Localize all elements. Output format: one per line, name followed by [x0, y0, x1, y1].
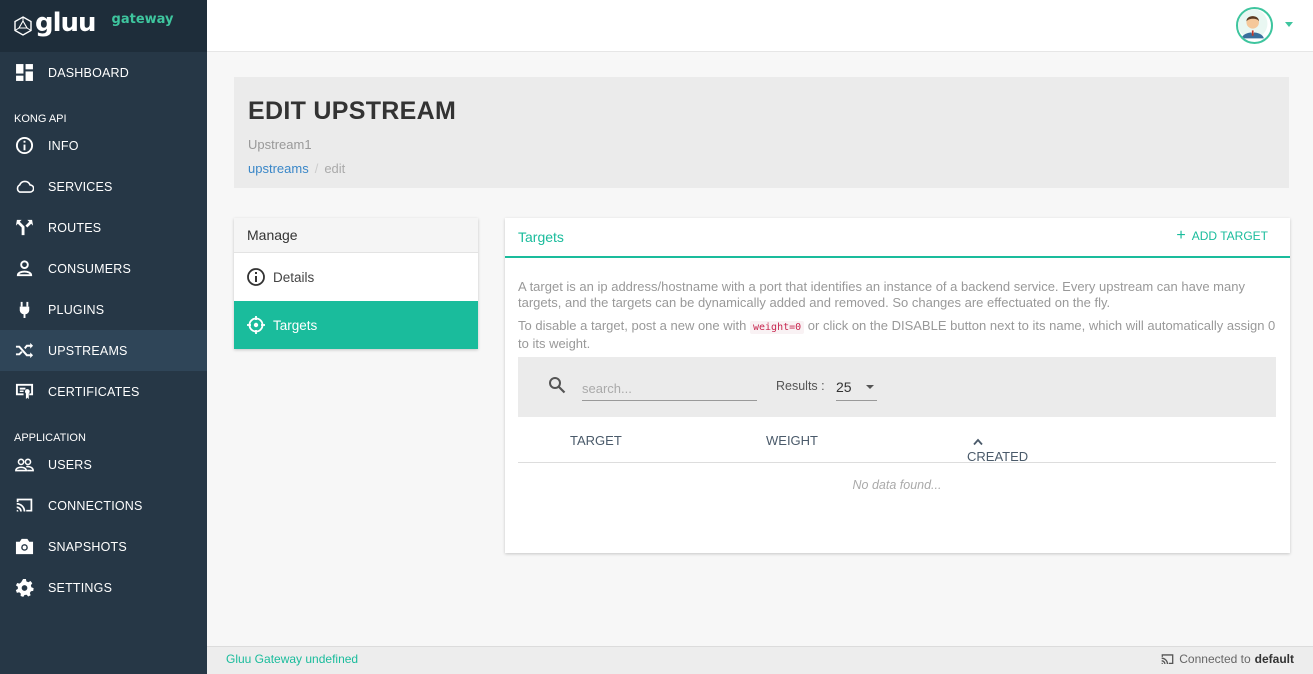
- sidebar-item-plugins[interactable]: PLUGINS: [0, 289, 207, 330]
- column-weight[interactable]: WEIGHT: [766, 433, 818, 448]
- page-subtitle: Upstream1: [248, 137, 312, 152]
- manage-item-label: Targets: [273, 317, 318, 333]
- sidebar-item-label: ROUTES: [48, 220, 102, 235]
- column-created-label: CREATED: [967, 449, 1029, 464]
- cast-icon: [15, 496, 34, 515]
- person-icon: [15, 259, 34, 278]
- logo-icon: [14, 16, 32, 36]
- crosshair-icon: [247, 316, 265, 334]
- user-avatar[interactable]: [1236, 7, 1273, 44]
- search-input[interactable]: [582, 376, 757, 401]
- hint-code: weight=0: [749, 321, 805, 334]
- sidebar-item-label: SNAPSHOTS: [48, 539, 127, 554]
- section-application: APPLICATION: [14, 432, 86, 444]
- sidebar-item-settings[interactable]: SETTINGS: [0, 567, 207, 608]
- results-value: 25: [836, 379, 852, 395]
- sidebar-item-label: INFO: [48, 138, 79, 153]
- cast-icon: [1161, 653, 1174, 664]
- topbar: [207, 0, 1313, 52]
- sidebar-item-label: SETTINGS: [48, 580, 113, 595]
- plug-icon: [15, 300, 34, 319]
- targets-panel: Targets + ADD TARGET A target is an ip a…: [505, 218, 1290, 553]
- sidebar-item-label: CONNECTIONS: [48, 498, 143, 513]
- manage-panel: Manage Details Targets: [234, 218, 478, 349]
- targets-disable-hint: To disable a target, post a new one with…: [518, 318, 1278, 352]
- results-per-page-select[interactable]: 25: [836, 375, 877, 401]
- section-kong-api: KONG API: [14, 113, 67, 125]
- empty-message: No data found...: [852, 478, 942, 492]
- sort-ascending-icon: [973, 438, 983, 445]
- sidebar-item-label: PLUGINS: [48, 302, 105, 317]
- version-label: Gluu Gateway undefined: [226, 652, 359, 666]
- camera-icon: [15, 537, 34, 556]
- breadcrumb-separator: /: [314, 161, 319, 176]
- column-created[interactable]: CREATED: [967, 433, 1028, 464]
- targets-header: Targets: [505, 218, 1290, 258]
- cloud-icon: [15, 177, 34, 196]
- info-icon: [15, 136, 34, 155]
- add-target-label: ADD TARGET: [1191, 229, 1268, 243]
- connection-status: Connected to default: [1160, 652, 1294, 666]
- hint-text-pre: To disable a target, post a new one with: [518, 318, 750, 333]
- sidebar-item-label: CERTIFICATES: [48, 384, 140, 399]
- avatar-icon: [1238, 9, 1268, 39]
- sidebar-item-label: CONSUMERS: [48, 261, 132, 276]
- footer: Gluu Gateway undefined Connected to defau…: [207, 646, 1313, 674]
- sidebar-item-label: USERS: [48, 457, 93, 472]
- gear-icon: [15, 578, 34, 597]
- sidebar-item-certificates[interactable]: CERTIFICATES: [0, 371, 207, 412]
- sidebar-item-routes[interactable]: ROUTES: [0, 207, 207, 248]
- sidebar-item-users[interactable]: USERS: [0, 444, 207, 485]
- plus-icon: +: [1176, 227, 1186, 244]
- brand[interactable]: gluu gateway: [0, 0, 207, 52]
- sidebar-item-services[interactable]: SERVICES: [0, 166, 207, 207]
- users-icon: [15, 455, 34, 474]
- sidebar-item-upstreams[interactable]: UPSTREAMS: [0, 330, 207, 371]
- manage-title: Manage: [234, 218, 478, 253]
- chevron-down-icon: [866, 385, 874, 389]
- manage-item-label: Details: [273, 269, 315, 285]
- sidebar-item-info[interactable]: INFO: [0, 125, 207, 166]
- breadcrumb-link-upstreams[interactable]: upstreams: [248, 161, 309, 176]
- sidebar-item-label: UPSTREAMS: [48, 343, 128, 358]
- sidebar-item-snapshots[interactable]: SNAPSHOTS: [0, 526, 207, 567]
- add-target-button[interactable]: + ADD TARGET: [1176, 227, 1268, 244]
- sidebar: gluu gateway DASHBOARD KONG API INFO SER…: [0, 0, 207, 674]
- sidebar-item-dashboard[interactable]: DASHBOARD: [0, 52, 207, 93]
- connected-node: default: [1254, 652, 1294, 666]
- results-label: Results :: [776, 379, 825, 393]
- fork-icon: [15, 218, 34, 237]
- sidebar-item-label: SERVICES: [48, 179, 113, 194]
- brand-sub: gateway: [111, 11, 174, 27]
- targets-title: Targets: [518, 229, 564, 245]
- dashboard-icon: [15, 63, 34, 82]
- column-target[interactable]: TARGET: [570, 433, 622, 448]
- brand-name: gluu: [35, 8, 97, 38]
- targets-description: A target is an ip address/hostname with …: [518, 279, 1245, 310]
- user-menu-caret[interactable]: [1285, 22, 1293, 27]
- shuffle-icon: [15, 341, 34, 360]
- connected-label: Connected to: [1179, 652, 1251, 666]
- sidebar-item-connections[interactable]: CONNECTIONS: [0, 485, 207, 526]
- page-title: EDIT UPSTREAM: [248, 97, 457, 125]
- table-toolbar: Results : 25: [518, 357, 1276, 417]
- certificate-icon: [15, 382, 34, 401]
- sidebar-item-consumers[interactable]: CONSUMERS: [0, 248, 207, 289]
- info-icon: [247, 268, 265, 286]
- sidebar-item-label: DASHBOARD: [48, 65, 129, 80]
- search-icon: [549, 377, 566, 394]
- breadcrumb-current: edit: [324, 161, 346, 176]
- manage-item-targets[interactable]: Targets: [234, 301, 478, 349]
- breadcrumb: upstreams / edit: [248, 161, 345, 176]
- table-header: TARGET WEIGHT CREATED: [518, 417, 1276, 464]
- manage-item-details[interactable]: Details: [234, 253, 478, 301]
- page-header: EDIT UPSTREAM Upstream1 upstreams / edit: [234, 77, 1289, 188]
